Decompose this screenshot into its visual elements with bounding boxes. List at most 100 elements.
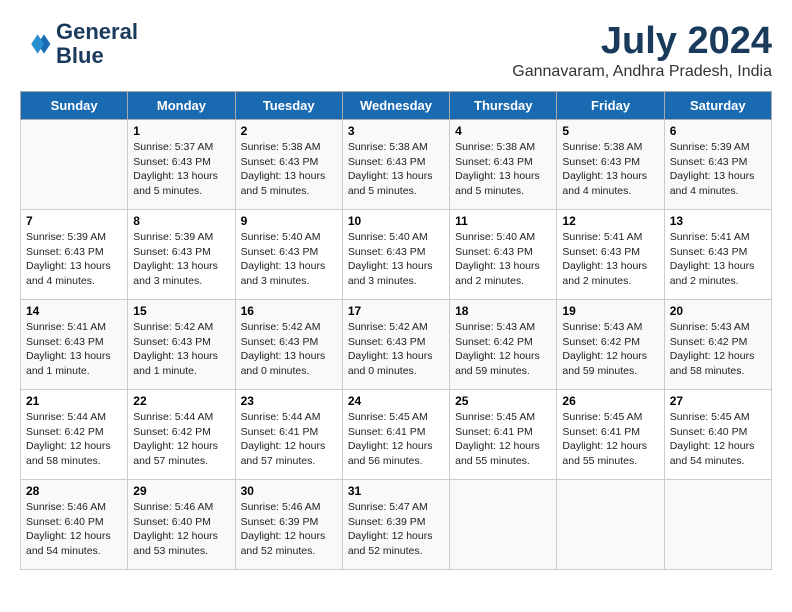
day-number: 4 [455,124,551,138]
calendar-table: SundayMondayTuesdayWednesdayThursdayFrid… [20,91,772,570]
day-header-thursday: Thursday [450,92,557,120]
calendar-cell: 28 Sunrise: 5:46 AM Sunset: 6:40 PM Dayli… [21,480,128,570]
day-header-wednesday: Wednesday [342,92,449,120]
calendar-cell [21,120,128,210]
calendar-cell: 10Sunrise: 5:40 AM Sunset: 6:43 PM Dayli… [342,210,449,300]
calendar-cell: 6 Sunrise: 5:39 AM Sunset: 6:43 PM Daylig… [664,120,771,210]
day-number: 25 [455,394,551,408]
calendar-cell: 18 Sunrise: 5:43 AM Sunset: 6:42 PM Dayli… [450,300,557,390]
calendar-cell: 29 Sunrise: 5:46 AM Sunset: 6:40 PM Dayli… [128,480,235,570]
day-info: Sunrise: 5:39 AM Sunset: 6:43 PM Dayligh… [26,230,122,289]
day-info: Sunrise: 5:46 AM Sunset: 6:40 PM Dayligh… [26,500,122,559]
logo-icon [20,28,52,60]
day-info: Sunrise: 5:45 AM Sunset: 6:40 PM Dayligh… [670,410,766,469]
day-number: 7 [26,214,122,228]
day-header-monday: Monday [128,92,235,120]
calendar-cell: 15 Sunrise: 5:42 AM Sunset: 6:43 PM Dayli… [128,300,235,390]
day-number: 11 [455,214,551,228]
day-number: 27 [670,394,766,408]
day-number: 14 [26,304,122,318]
day-number: 24 [348,394,444,408]
day-header-sunday: Sunday [21,92,128,120]
calendar-cell: 23Sunrise: 5:44 AM Sunset: 6:41 PM Dayli… [235,390,342,480]
calendar-cell: 12 Sunrise: 5:41 AM Sunset: 6:43 PM Dayli… [557,210,664,300]
day-number: 29 [133,484,229,498]
calendar-cell: 19 Sunrise: 5:43 AM Sunset: 6:42 PM Dayli… [557,300,664,390]
day-info: Sunrise: 5:45 AM Sunset: 6:41 PM Dayligh… [562,410,658,469]
calendar-week-row: 14 Sunrise: 5:41 AM Sunset: 6:43 PM Dayli… [21,300,772,390]
day-info: Sunrise: 5:46 AM Sunset: 6:40 PM Dayligh… [133,500,229,559]
day-header-saturday: Saturday [664,92,771,120]
calendar-cell: 1 Sunrise: 5:37 AM Sunset: 6:43 PM Daylig… [128,120,235,210]
calendar-cell: 24 Sunrise: 5:45 AM Sunset: 6:41 PM Dayli… [342,390,449,480]
day-info: Sunrise: 5:45 AM Sunset: 6:41 PM Dayligh… [455,410,551,469]
calendar-cell: 14 Sunrise: 5:41 AM Sunset: 6:43 PM Dayli… [21,300,128,390]
day-number: 22 [133,394,229,408]
calendar-cell: 4 Sunrise: 5:38 AM Sunset: 6:43 PM Daylig… [450,120,557,210]
day-info: Sunrise: 5:39 AM Sunset: 6:43 PM Dayligh… [670,140,766,199]
day-info: Sunrise: 5:41 AM Sunset: 6:43 PM Dayligh… [26,320,122,379]
calendar-cell: 11Sunrise: 5:40 AM Sunset: 6:43 PM Dayli… [450,210,557,300]
month-title: July 2024 [512,20,772,63]
calendar-cell [450,480,557,570]
day-info: Sunrise: 5:44 AM Sunset: 6:42 PM Dayligh… [26,410,122,469]
calendar-cell: 5 Sunrise: 5:38 AM Sunset: 6:43 PM Daylig… [557,120,664,210]
title-block: July 2024 Gannavaram, Andhra Pradesh, In… [512,20,772,81]
day-info: Sunrise: 5:43 AM Sunset: 6:42 PM Dayligh… [670,320,766,379]
day-number: 3 [348,124,444,138]
day-number: 2 [241,124,337,138]
calendar-cell: 27 Sunrise: 5:45 AM Sunset: 6:40 PM Dayli… [664,390,771,480]
day-number: 13 [670,214,766,228]
day-info: Sunrise: 5:38 AM Sunset: 6:43 PM Dayligh… [562,140,658,199]
day-number: 20 [670,304,766,318]
day-info: Sunrise: 5:43 AM Sunset: 6:42 PM Dayligh… [562,320,658,379]
day-number: 18 [455,304,551,318]
calendar-cell: 21Sunrise: 5:44 AM Sunset: 6:42 PM Dayli… [21,390,128,480]
day-info: Sunrise: 5:40 AM Sunset: 6:43 PM Dayligh… [241,230,337,289]
day-info: Sunrise: 5:41 AM Sunset: 6:43 PM Dayligh… [562,230,658,289]
day-info: Sunrise: 5:47 AM Sunset: 6:39 PM Dayligh… [348,500,444,559]
day-header-friday: Friday [557,92,664,120]
day-number: 19 [562,304,658,318]
day-number: 8 [133,214,229,228]
day-number: 6 [670,124,766,138]
day-info: Sunrise: 5:38 AM Sunset: 6:43 PM Dayligh… [241,140,337,199]
day-info: Sunrise: 5:42 AM Sunset: 6:43 PM Dayligh… [348,320,444,379]
location: Gannavaram, Andhra Pradesh, India [512,63,772,81]
calendar-cell: 16 Sunrise: 5:42 AM Sunset: 6:43 PM Dayli… [235,300,342,390]
day-number: 30 [241,484,337,498]
day-info: Sunrise: 5:44 AM Sunset: 6:42 PM Dayligh… [133,410,229,469]
calendar-cell: 2 Sunrise: 5:38 AM Sunset: 6:43 PM Daylig… [235,120,342,210]
day-info: Sunrise: 5:42 AM Sunset: 6:43 PM Dayligh… [241,320,337,379]
calendar-cell: 8 Sunrise: 5:39 AM Sunset: 6:43 PM Daylig… [128,210,235,300]
calendar-week-row: 1 Sunrise: 5:37 AM Sunset: 6:43 PM Daylig… [21,120,772,210]
day-info: Sunrise: 5:37 AM Sunset: 6:43 PM Dayligh… [133,140,229,199]
day-info: Sunrise: 5:40 AM Sunset: 6:43 PM Dayligh… [348,230,444,289]
day-info: Sunrise: 5:39 AM Sunset: 6:43 PM Dayligh… [133,230,229,289]
day-number: 28 [26,484,122,498]
day-info: Sunrise: 5:45 AM Sunset: 6:41 PM Dayligh… [348,410,444,469]
day-number: 1 [133,124,229,138]
day-header-tuesday: Tuesday [235,92,342,120]
calendar-week-row: 28 Sunrise: 5:46 AM Sunset: 6:40 PM Dayli… [21,480,772,570]
day-number: 15 [133,304,229,318]
calendar-cell: 31Sunrise: 5:47 AM Sunset: 6:39 PM Dayli… [342,480,449,570]
day-number: 12 [562,214,658,228]
calendar-header-row: SundayMondayTuesdayWednesdayThursdayFrid… [21,92,772,120]
day-number: 5 [562,124,658,138]
calendar-week-row: 7 Sunrise: 5:39 AM Sunset: 6:43 PM Daylig… [21,210,772,300]
page-header: General Blue July 2024 Gannavaram, Andhr… [20,20,772,81]
day-number: 16 [241,304,337,318]
day-info: Sunrise: 5:38 AM Sunset: 6:43 PM Dayligh… [455,140,551,199]
day-info: Sunrise: 5:44 AM Sunset: 6:41 PM Dayligh… [241,410,337,469]
calendar-week-row: 21Sunrise: 5:44 AM Sunset: 6:42 PM Dayli… [21,390,772,480]
day-number: 9 [241,214,337,228]
day-info: Sunrise: 5:43 AM Sunset: 6:42 PM Dayligh… [455,320,551,379]
day-info: Sunrise: 5:41 AM Sunset: 6:43 PM Dayligh… [670,230,766,289]
day-number: 17 [348,304,444,318]
day-info: Sunrise: 5:42 AM Sunset: 6:43 PM Dayligh… [133,320,229,379]
calendar-cell: 25 Sunrise: 5:45 AM Sunset: 6:41 PM Dayli… [450,390,557,480]
calendar-cell: 3Sunrise: 5:38 AM Sunset: 6:43 PM Daylig… [342,120,449,210]
calendar-cell: 7 Sunrise: 5:39 AM Sunset: 6:43 PM Daylig… [21,210,128,300]
logo: General Blue [20,20,138,68]
